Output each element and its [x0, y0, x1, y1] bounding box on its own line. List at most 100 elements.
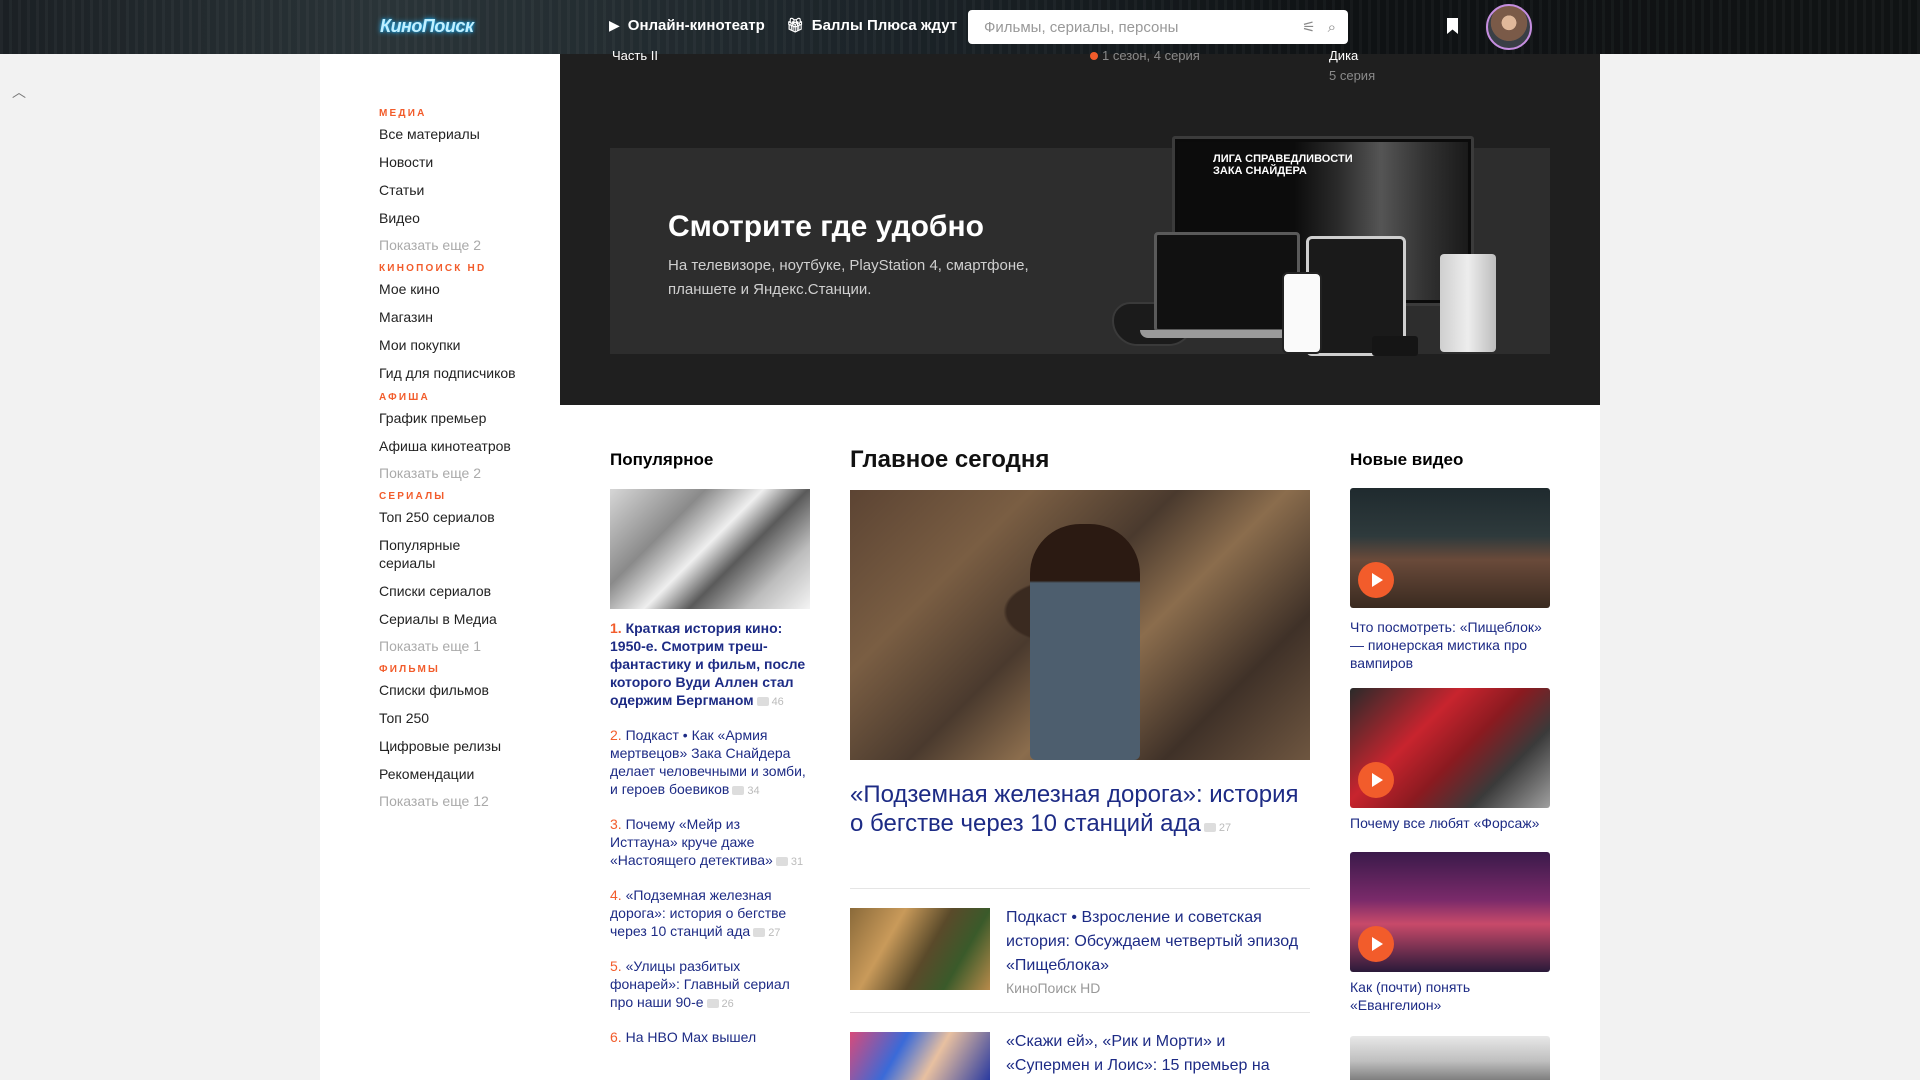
sidebar-item[interactable]: Магазин	[379, 308, 560, 326]
sidebar-item[interactable]: Все материалы	[379, 125, 560, 143]
popular-title: Популярное	[610, 450, 714, 469]
sidebar-heading: Сериалы	[379, 491, 447, 502]
divider	[850, 888, 1310, 889]
show-more-link[interactable]: Показать еще 12	[379, 793, 560, 809]
video-thumbnail[interactable]	[1350, 488, 1550, 608]
laptop-image	[1154, 232, 1300, 332]
sidebar-item[interactable]: Мое кино	[379, 280, 560, 298]
video-caption[interactable]: Что посмотреть: «Пищеблок» — пионерская …	[1350, 618, 1550, 672]
comment-count: 26	[704, 998, 734, 1010]
popular-item[interactable]: 2. Подкаст • Как «Армия мертвецов» Зака …	[610, 726, 810, 800]
appletv-image	[1372, 336, 1418, 356]
sidebar-section-hd: КиноПоиск HD Мое кино Магазин Мои покупк…	[379, 263, 560, 382]
play-icon[interactable]	[1358, 926, 1394, 962]
band-item-sub: 1 сезон, 4 серия	[1090, 48, 1200, 63]
sidebar-item[interactable]: Новости	[379, 153, 560, 171]
play-icon[interactable]	[1358, 762, 1394, 798]
play-icon[interactable]	[1358, 562, 1394, 598]
sidebar-heading: Медиа	[379, 108, 427, 119]
popular-list: 1. Краткая история кино: 1950-е. Смотрим…	[610, 619, 810, 1061]
band-item-title[interactable]: Дика	[1329, 48, 1358, 63]
popular-text: Подкаст • Как «Армия мертвецов» Зака Сна…	[610, 727, 806, 797]
video-caption[interactable]: Как (почти) понять «Евангелион»	[1350, 978, 1550, 1014]
search-icon[interactable]: ⌕	[1328, 19, 1336, 36]
popular-item[interactable]: 3. Почему «Мейр из Исттауна» круче даже …	[610, 815, 810, 871]
phone-image	[1282, 272, 1322, 354]
online-cinema-label: Онлайн-кинотеатр	[627, 17, 765, 34]
popular-num: 4.	[610, 887, 622, 903]
band-item-title[interactable]: Часть II	[612, 48, 658, 63]
news-headline[interactable]: «Скажи ей», «Рик и Морти» и «Супермен и …	[1006, 1030, 1306, 1078]
sidebar-item[interactable]: Цифровые релизы	[379, 737, 560, 755]
sidebar-section-films: Фильмы Списки фильмов Топ 250 Цифровые р…	[379, 664, 560, 809]
band-item-sub: 5 серия	[1329, 68, 1376, 83]
sidebar-section-series: Сериалы Топ 250 сериалов Популярные сери…	[379, 491, 560, 654]
new-videos-title: Новые видео	[1350, 450, 1464, 469]
sidebar-item[interactable]: Сериалы в Медиа	[379, 610, 560, 628]
popular-num: 5.	[610, 958, 622, 974]
news-headline[interactable]: Подкаст • Взросление и советская история…	[1006, 906, 1306, 978]
band-item-sub-text: 1 сезон, 4 серия	[1102, 48, 1200, 63]
show-more-link[interactable]: Показать еще 2	[379, 237, 560, 253]
yandex-station-image	[1440, 254, 1496, 352]
scroll-up-icon[interactable]: ︿	[12, 82, 26, 100]
sidebar-item[interactable]: Мои покупки	[379, 336, 560, 354]
top-header: КиноПоиск ▶ Онлайн-кинотеатр 🎁︎ Баллы Пл…	[0, 0, 1920, 54]
sidebar-item[interactable]: Списки фильмов	[379, 681, 560, 699]
show-more-link[interactable]: Показать еще 1	[379, 638, 560, 654]
popular-image[interactable]	[610, 489, 810, 609]
video-thumbnail[interactable]	[1350, 852, 1550, 972]
sidebar-item[interactable]: Топ 250	[379, 709, 560, 727]
promo-text: На телевизоре, ноутбуке, PlayStation 4, …	[668, 257, 1029, 298]
main-headline-text: «Подземная железная дорога»: история о б…	[850, 781, 1299, 837]
online-cinema-link[interactable]: ▶ Онлайн-кинотеатр	[609, 17, 765, 34]
show-more-link[interactable]: Показать еще 2	[379, 465, 560, 481]
kinopoisk-logo[interactable]: КиноПоиск	[380, 16, 474, 37]
search-bar: ⚟ ⌕	[968, 10, 1348, 44]
main-story-figure	[1030, 524, 1140, 760]
popular-item[interactable]: 5. «Улицы разбитых фонарей»: Главный сер…	[610, 957, 810, 1013]
sidebar-item[interactable]: Рекомендации	[379, 765, 560, 783]
filter-icon[interactable]: ⚟	[1302, 18, 1315, 36]
sidebar-item[interactable]: График премьер	[379, 409, 560, 427]
comment-count: 46	[754, 696, 784, 708]
video-thumbnail[interactable]	[1350, 688, 1550, 808]
popular-num: 1.	[610, 620, 622, 636]
search-input[interactable]	[984, 18, 1291, 36]
news-thumbnail[interactable]	[850, 908, 990, 990]
sidebar-item[interactable]: Видео	[379, 209, 560, 227]
popular-item[interactable]: 6. На HBO Max вышел	[610, 1028, 810, 1046]
plus-points-link[interactable]: 🎁︎ Баллы Плюса ждут	[786, 17, 957, 34]
sidebar-heading: Афиша	[379, 392, 430, 403]
popular-num: 2.	[610, 727, 622, 743]
popular-item[interactable]: 1. Краткая история кино: 1950-е. Смотрим…	[610, 619, 810, 711]
content-area: Часть II 1 сезон, 4 серия Дика 5 серия С…	[560, 48, 1600, 1080]
user-avatar[interactable]	[1486, 4, 1532, 50]
sidebar-section-afisha: Афиша График премьер Афиша кинотеатров П…	[379, 392, 560, 481]
sidebar-item[interactable]: Афиша кинотеатров	[379, 437, 560, 455]
video-caption[interactable]: Почему все любят «Форсаж»	[1350, 814, 1550, 832]
play-icon: ▶	[609, 17, 620, 33]
popular-text: На HBO Max вышел	[625, 1029, 757, 1045]
sidebar-item[interactable]: Топ 250 сериалов	[379, 508, 560, 526]
bookmark-icon[interactable]	[1447, 18, 1458, 34]
sidebar-item[interactable]: Гид для подписчиков	[379, 364, 560, 382]
video-thumbnail[interactable]	[1350, 1036, 1550, 1080]
comment-count: 34	[729, 785, 759, 797]
popular-num: 6.	[610, 1029, 622, 1045]
main-story-headline[interactable]: «Подземная железная дорога»: история о б…	[850, 780, 1310, 843]
sidebar-item[interactable]: Списки сериалов	[379, 582, 560, 600]
main-today-title: Главное сегодня	[850, 446, 1050, 473]
tv-title: ЛИГА СПРАВЕДЛИВОСТИ ЗАКА СНАЙДЕРА	[1213, 153, 1353, 177]
popular-num: 3.	[610, 816, 622, 832]
comment-count: 31	[773, 856, 803, 868]
sidebar-heading: Фильмы	[379, 664, 440, 675]
sidebar-item[interactable]: Статьи	[379, 181, 560, 199]
news-thumbnail[interactable]	[850, 1032, 990, 1080]
sidebar-item[interactable]: Популярные сериалы	[379, 536, 499, 572]
sidebar-section-media: Медиа Все материалы Новости Статьи Видео…	[379, 108, 560, 253]
live-dot	[1090, 52, 1098, 60]
left-sidebar: Медиа Все материалы Новости Статьи Видео…	[320, 54, 560, 1080]
popular-item[interactable]: 4. «Подземная железная дорога»: история …	[610, 886, 810, 942]
comment-count: 27	[750, 927, 780, 939]
